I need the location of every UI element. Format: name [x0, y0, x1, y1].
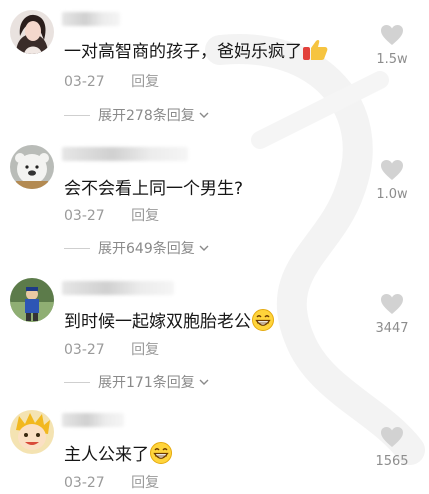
heart-icon [381, 294, 403, 314]
expand-replies-label: 展开171条回复 [98, 375, 195, 391]
reply-button[interactable]: 回复 [131, 475, 159, 491]
heart-icon [381, 25, 403, 45]
expand-replies-label: 展开278条回复 [98, 108, 195, 124]
reply-button[interactable]: 回复 [131, 208, 159, 224]
comment-meta: 03-27 回复 [64, 472, 159, 492]
comment-meta: 03-27 回复 [64, 339, 159, 359]
divider-line [64, 114, 90, 116]
avatar[interactable] [10, 278, 54, 322]
heart-icon [381, 427, 403, 447]
comment-meta: 03-27 回复 [64, 205, 159, 225]
comment-date: 03-27 [64, 74, 105, 90]
expand-replies-button[interactable]: 展开649条回复 [64, 238, 209, 258]
grin-emoji [149, 441, 173, 470]
like-count: 1565 [375, 454, 409, 469]
avatar[interactable] [10, 10, 54, 54]
username-blurred[interactable] [62, 413, 124, 427]
avatar[interactable] [10, 410, 54, 454]
chevron-down-icon [199, 379, 209, 385]
like-button[interactable]: 3447 [367, 293, 417, 336]
like-button[interactable]: 1.5w [367, 24, 417, 67]
expand-replies-label: 展开649条回复 [98, 241, 195, 257]
chevron-down-icon [199, 112, 209, 118]
comment-text: 一对高智商的孩子，爸妈乐疯了 [64, 37, 328, 66]
comment-date: 03-27 [64, 475, 105, 491]
expand-replies-button[interactable]: 展开171条回复 [64, 372, 209, 392]
avatar[interactable] [10, 145, 54, 189]
divider-line [64, 247, 90, 249]
like-count: 1.5w [376, 52, 408, 67]
username-blurred[interactable] [62, 281, 174, 295]
like-button[interactable]: 1565 [367, 426, 417, 469]
comment-meta: 03-27 回复 [64, 71, 159, 91]
comment-text: 主人公来了 [64, 440, 173, 470]
grin-emoji [251, 308, 275, 337]
divider-line [64, 381, 90, 383]
comment-text: 会不会看上同一个男生? [64, 179, 244, 199]
reply-button[interactable]: 回复 [131, 74, 159, 90]
comment-date: 03-27 [64, 208, 105, 224]
like-button[interactable]: 1.0w [367, 159, 417, 202]
heart-icon [381, 160, 403, 180]
username-blurred[interactable] [62, 12, 120, 26]
comment-date: 03-27 [64, 342, 105, 358]
like-count: 3447 [375, 321, 409, 336]
like-count: 1.0w [376, 187, 408, 202]
reply-button[interactable]: 回复 [131, 342, 159, 358]
thumbs-up-emoji [302, 39, 328, 66]
comment-text: 到时候一起嫁双胞胎老公 [64, 307, 275, 337]
expand-replies-button[interactable]: 展开278条回复 [64, 105, 209, 125]
username-blurred[interactable] [62, 147, 188, 161]
chevron-down-icon [199, 245, 209, 251]
